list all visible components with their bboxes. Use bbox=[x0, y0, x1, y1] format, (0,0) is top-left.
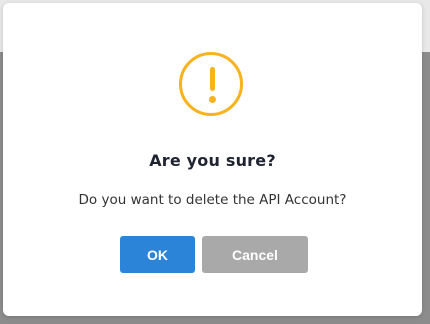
warning-icon bbox=[179, 52, 243, 116]
cancel-button[interactable]: Cancel bbox=[202, 236, 308, 273]
dialog-title: Are you sure? bbox=[149, 151, 276, 170]
warning-icon-dot bbox=[209, 96, 216, 103]
warning-icon-bar bbox=[210, 67, 215, 91]
ok-button[interactable]: OK bbox=[120, 236, 195, 273]
dialog-message: Do you want to delete the API Account? bbox=[78, 192, 347, 208]
confirm-dialog: Are you sure? Do you want to delete the … bbox=[3, 3, 422, 316]
